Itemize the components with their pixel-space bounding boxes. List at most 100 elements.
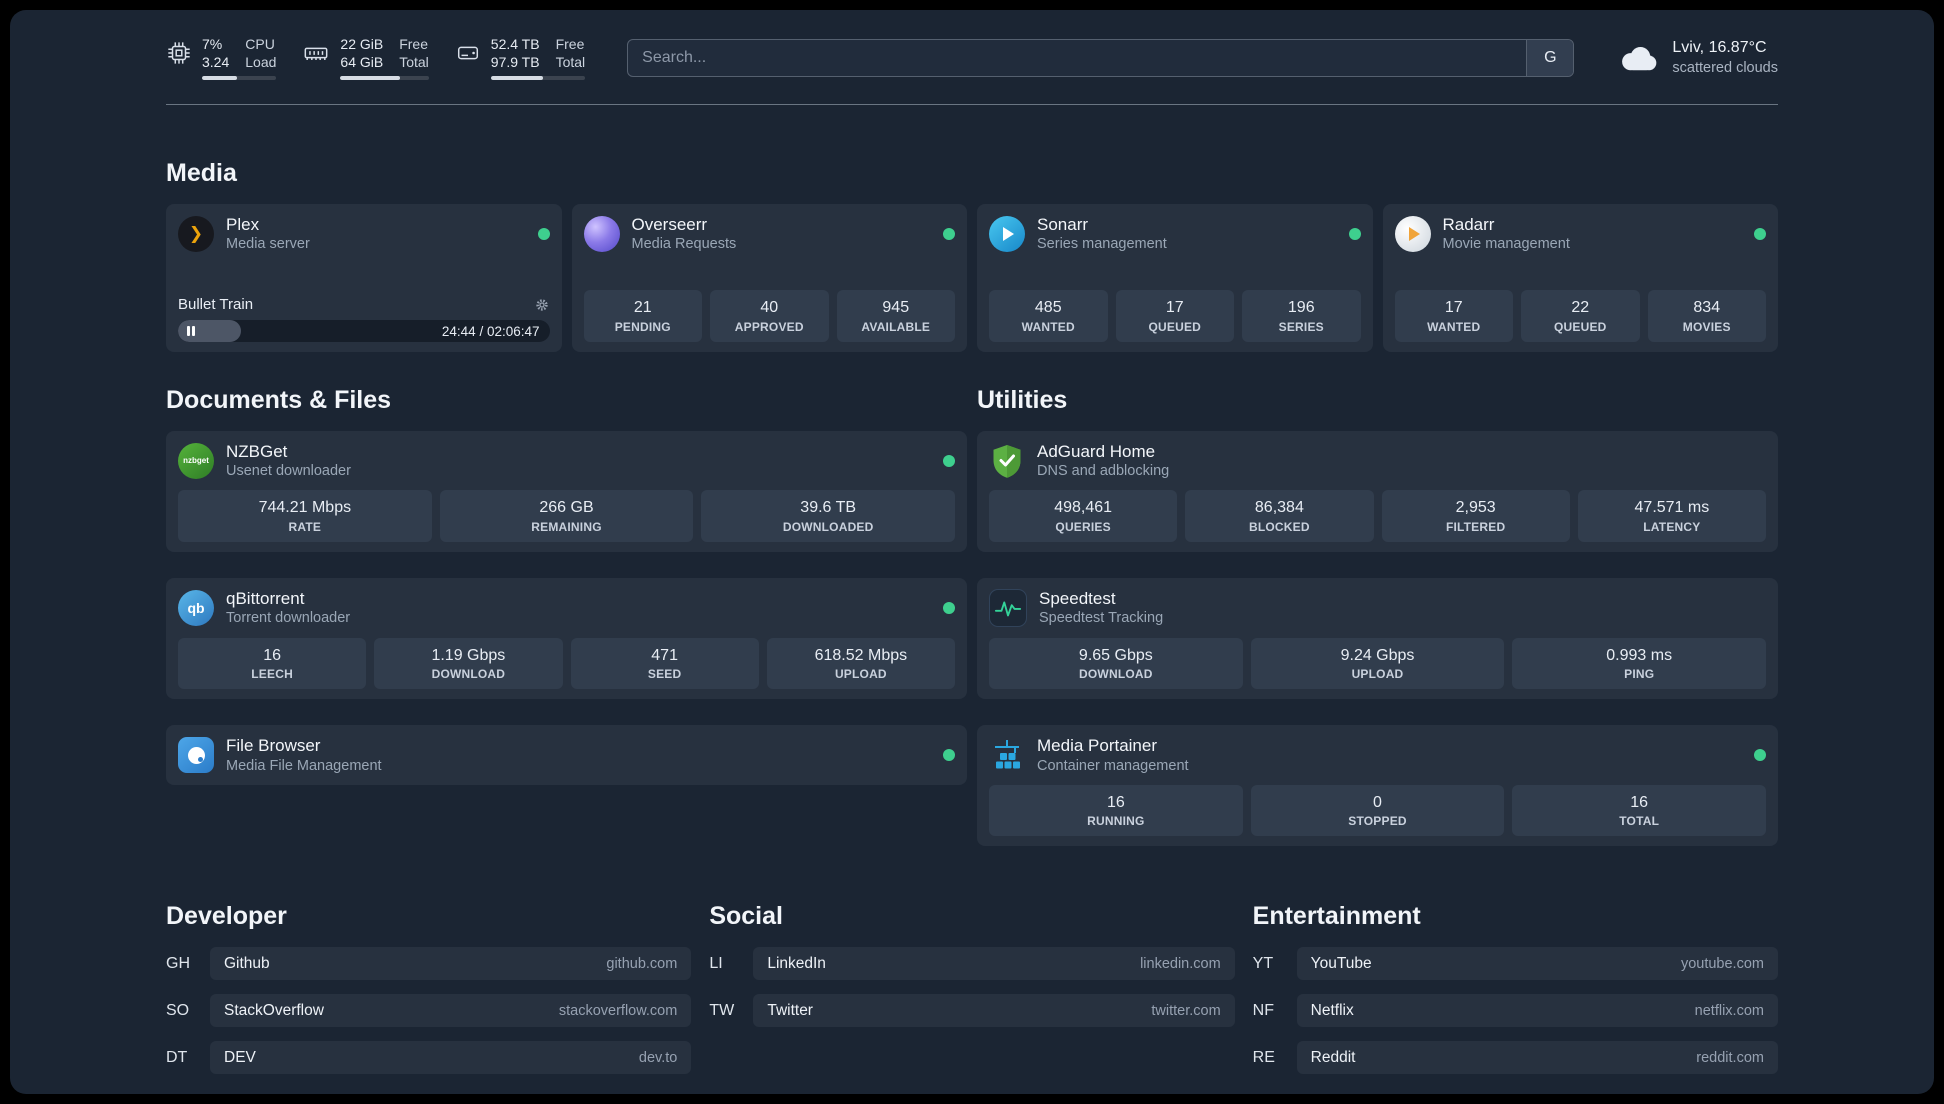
plex-icon: ❯ xyxy=(178,215,214,252)
service-card-radarr[interactable]: Radarr Movie management 17 WANTED 22 QUEUE… xyxy=(1382,204,1778,352)
stat-tile: 0 STOPPED xyxy=(1250,784,1505,837)
sonarr-icon xyxy=(989,215,1025,252)
stat-tile: 16 LEECH xyxy=(178,637,367,690)
search-input[interactable] xyxy=(628,40,1527,76)
section-title-media: Media xyxy=(166,159,237,187)
service-card-qbittorrent[interactable]: qb qBittorrent Torrent downloader 16 LEEC… xyxy=(166,578,967,700)
stat-tile: 39.6 TB DOWNLOADED xyxy=(701,490,956,543)
app-name: AdGuard Home xyxy=(1037,442,1156,461)
app-name: NZBGet xyxy=(226,442,288,461)
status-dot xyxy=(1754,227,1766,240)
documents-column: Documents & Files nzbget NZBGet Usenet d… xyxy=(166,386,967,785)
bookmark-abbr: DT xyxy=(166,1048,188,1066)
status-dot xyxy=(943,601,955,614)
section-title-entertainment: Entertainment xyxy=(1252,902,1421,931)
search-bar: G xyxy=(627,39,1575,77)
service-card-filebrowser[interactable]: File Browser Media File Management xyxy=(166,725,967,785)
dashboard: 7% 3.24 CPU Load 22 GiB 64 GiB Free Tota… xyxy=(10,10,1934,1094)
status-dot xyxy=(537,227,550,240)
stat-tile: 9.65 Gbps DOWNLOAD xyxy=(989,637,1243,690)
service-card-overseerr[interactable]: Overseerr Media Requests 21 PENDING 40 APP… xyxy=(571,204,967,352)
service-card-adguard[interactable]: AdGuard Home DNS and adblocking 498,461 Q… xyxy=(977,431,1778,553)
bookmark-link-netflix[interactable]: Netflix netflix.com xyxy=(1296,994,1778,1028)
bookmark-link-stackoverflow[interactable]: StackOverflow stackoverflow.com xyxy=(210,994,692,1028)
status-dot xyxy=(1348,227,1361,240)
service-card-speedtest[interactable]: Speedtest Speedtest Tracking 9.65 Gbps DO… xyxy=(977,578,1778,700)
weather-condition: scattered clouds xyxy=(1672,59,1778,76)
bookmark-abbr: TW xyxy=(709,1001,735,1019)
bookmark-github: GH Github github.com xyxy=(166,947,692,981)
bookmark-dev: DT DEV dev.to xyxy=(166,1041,692,1075)
stat-tile: 16 TOTAL xyxy=(1512,784,1767,837)
bookmark-abbr: SO xyxy=(166,1001,190,1019)
memory-widget: 22 GiB 64 GiB Free Total xyxy=(302,36,429,80)
app-name: Speedtest xyxy=(1039,589,1116,609)
bookmark-twitter: TW Twitter twitter.com xyxy=(709,994,1235,1028)
pause-icon[interactable] xyxy=(187,320,195,342)
app-name: Radarr xyxy=(1442,215,1495,234)
nzbget-icon: nzbget xyxy=(178,442,214,479)
adguard-shield-icon xyxy=(993,444,1021,478)
gear-icon[interactable] xyxy=(534,297,550,313)
service-card-plex[interactable]: ❯ Plex Media server Bullet Train 24:44 /… xyxy=(166,204,562,352)
app-subtitle: Media File Management xyxy=(226,757,382,774)
status-dot xyxy=(943,749,955,761)
media-card-grid: ❯ Plex Media server Bullet Train 24:44 /… xyxy=(166,204,1778,352)
radarr-icon xyxy=(1394,215,1431,252)
app-subtitle: Torrent downloader xyxy=(226,610,351,627)
bookmark-abbr: RE xyxy=(1252,1048,1275,1066)
qbittorrent-icon: qb xyxy=(178,589,214,626)
playback-progress-bar[interactable]: 24:44 / 02:06:47 xyxy=(178,320,550,342)
now-playing-title: Bullet Train xyxy=(178,296,254,313)
bookmark-link-dev[interactable]: DEV dev.to xyxy=(210,1041,692,1075)
stat-tile: 17 WANTED xyxy=(1394,290,1513,342)
weather-widget: Lviv, 16.87°C scattered clouds xyxy=(1616,38,1778,78)
stat-tile: 22 QUEUED xyxy=(1521,290,1640,342)
stat-tile: 17 QUEUED xyxy=(1115,290,1234,342)
bookmark-link-twitter[interactable]: Twitter twitter.com xyxy=(753,994,1235,1028)
stat-tile: 834 MOVIES xyxy=(1647,290,1766,342)
utilities-column: Utilities AdGuard Home DNS and adblockin… xyxy=(977,386,1778,847)
app-subtitle: Media Requests xyxy=(631,236,737,253)
bookmark-link-linkedin[interactable]: LinkedIn linkedin.com xyxy=(753,947,1235,981)
bookmark-netflix: NF Netflix netflix.com xyxy=(1253,994,1778,1028)
bookmark-link-youtube[interactable]: YouTube youtube.com xyxy=(1296,947,1778,981)
service-card-nzbget[interactable]: nzbget NZBGet Usenet downloader 744.21 M… xyxy=(166,431,967,553)
stat-tile: 618.52 Mbps UPLOAD xyxy=(766,637,955,690)
app-subtitle: Container management xyxy=(1037,757,1189,774)
stat-tile: 9.24 Gbps UPLOAD xyxy=(1250,637,1505,690)
stat-tile: 21 PENDING xyxy=(583,290,702,342)
bookmark-link-reddit[interactable]: Reddit reddit.com xyxy=(1296,1041,1778,1075)
app-name: Sonarr xyxy=(1037,215,1089,234)
search-provider-button[interactable]: G xyxy=(1526,40,1574,76)
section-title-utilities: Utilities xyxy=(977,386,1068,414)
service-card-sonarr[interactable]: Sonarr Series management 485 WANTED 17 QUE… xyxy=(977,204,1373,352)
bookmark-abbr: LI xyxy=(709,954,723,972)
topbar-divider xyxy=(166,104,1778,105)
stat-tile: 47.571 ms LATENCY xyxy=(1577,490,1766,543)
search-provider-label: G xyxy=(1544,49,1557,66)
bookmark-link-github[interactable]: Github github.com xyxy=(210,947,692,981)
disk-total-value: 97.9 TB xyxy=(490,53,540,70)
service-card-portainer[interactable]: Media Portainer Container management 16 R… xyxy=(977,725,1778,847)
filebrowser-icon xyxy=(178,737,214,773)
stat-tile: 485 WANTED xyxy=(989,290,1108,342)
app-subtitle: DNS and adblocking xyxy=(1037,463,1170,480)
status-dot xyxy=(1754,749,1766,761)
disk-icon xyxy=(457,46,478,60)
stat-tile: 0.993 ms PING xyxy=(1512,637,1767,690)
disk-widget: 52.4 TB 97.9 TB Free Total xyxy=(455,36,586,80)
bookmark-stackoverflow: SO StackOverflow stackoverflow.com xyxy=(166,994,692,1028)
status-dot xyxy=(943,454,955,467)
cpu-label: CPU xyxy=(245,36,275,52)
cpu-chip-icon xyxy=(168,42,190,64)
stat-tile: 945 AVAILABLE xyxy=(836,290,955,342)
stat-tile: 86,384 BLOCKED xyxy=(1185,490,1374,543)
app-name: qBittorrent xyxy=(226,589,305,609)
top-bar: 7% 3.24 CPU Load 22 GiB 64 GiB Free Tota… xyxy=(166,36,1778,80)
bookmark-group-social: Social LI LinkedIn linkedin.com TW Twitt… xyxy=(709,902,1235,1074)
app-name: File Browser xyxy=(226,736,321,756)
cpu-load-value: 3.24 xyxy=(202,53,230,70)
stat-tile: 196 SERIES xyxy=(1242,290,1361,342)
cloud-icon xyxy=(1622,46,1657,71)
